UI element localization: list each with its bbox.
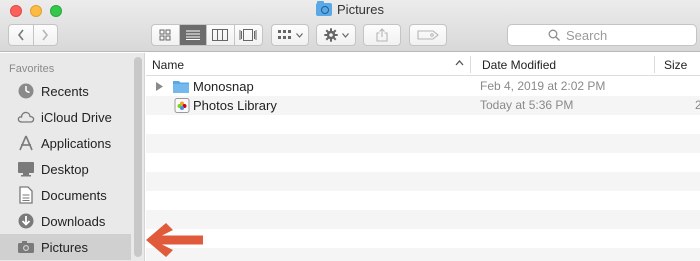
column-divider[interactable]	[470, 56, 471, 73]
table-row[interactable]: Monosnap Feb 4, 2019 at 2:02 PM	[146, 77, 700, 96]
list-view-icon	[185, 30, 200, 40]
file-name: Monosnap	[193, 79, 254, 94]
share-button[interactable]	[363, 24, 401, 46]
column-name-header[interactable]: Name	[152, 58, 184, 72]
applications-icon	[16, 134, 35, 153]
sidebar-item-label: Documents	[41, 187, 107, 203]
sidebar-item-label: Recents	[41, 83, 89, 99]
empty-row	[146, 153, 700, 172]
title-bar: Pictures	[0, 0, 700, 52]
sort-ascending-icon	[455, 60, 464, 66]
search-box[interactable]	[507, 24, 697, 46]
sidebar-item-label: Applications	[41, 135, 112, 151]
search-input[interactable]	[566, 27, 656, 43]
sidebar-item-downloads[interactable]: Downloads	[0, 208, 131, 234]
group-by-button[interactable]	[271, 24, 309, 46]
sidebar-item-documents[interactable]: Documents	[0, 182, 131, 208]
sidebar-item-icloud-drive[interactable]: iCloud Drive	[0, 104, 131, 130]
sidebar-item-label: Pictures	[41, 239, 88, 255]
window-title-text: Pictures	[337, 2, 384, 17]
file-date: Today at 5:36 PM	[480, 98, 574, 112]
icon-view-button[interactable]	[152, 25, 180, 45]
sidebar-item-label: iCloud Drive	[41, 109, 112, 125]
navigation-buttons	[8, 24, 58, 46]
clock-icon	[16, 82, 35, 101]
folder-icon	[173, 81, 189, 93]
empty-row	[146, 210, 700, 229]
tag-button[interactable]	[409, 24, 447, 46]
sidebar-item-pictures[interactable]: Pictures	[0, 234, 131, 260]
file-name: Photos Library	[193, 98, 277, 113]
column-header: Name Date Modified Size	[146, 53, 700, 76]
column-view-button[interactable]	[207, 25, 235, 45]
action-button[interactable]	[316, 24, 356, 46]
view-switcher	[151, 24, 263, 46]
gallery-view-button[interactable]	[235, 25, 262, 45]
sidebar-heading: Favorites	[9, 63, 55, 75]
group-grid-icon	[277, 30, 291, 39]
share-icon	[376, 28, 388, 42]
file-list: Name Date Modified Size Monosnap Feb 4, …	[146, 53, 700, 261]
document-icon	[16, 186, 35, 205]
column-divider[interactable]	[654, 56, 655, 73]
gear-icon	[323, 28, 338, 42]
empty-row	[146, 248, 700, 261]
chevron-down-icon	[341, 32, 349, 38]
empty-row	[146, 134, 700, 153]
chevron-down-icon	[295, 32, 303, 38]
annotation-arrow-icon	[146, 223, 203, 257]
sidebar-item-applications[interactable]: Applications	[0, 130, 131, 156]
icon-view-icon	[159, 29, 171, 41]
sidebar: Favorites Recents iCloud Drive Applicati…	[0, 53, 145, 261]
search-icon	[548, 29, 560, 41]
window-title: Pictures	[0, 1, 700, 17]
download-icon	[16, 212, 35, 231]
empty-row	[146, 172, 700, 191]
chevron-left-icon	[17, 29, 24, 41]
tag-icon	[417, 30, 439, 40]
table-row[interactable]: Photos Library Today at 5:36 PM 2	[146, 96, 700, 115]
disclosure-triangle-icon[interactable]	[156, 82, 163, 91]
sidebar-item-recents[interactable]: Recents	[0, 78, 131, 104]
empty-row	[146, 191, 700, 210]
file-size: 2	[695, 98, 700, 112]
desktop-icon	[16, 160, 35, 179]
column-view-icon	[212, 29, 229, 41]
back-button[interactable]	[9, 25, 34, 45]
empty-row	[146, 115, 700, 134]
photos-library-icon	[174, 98, 190, 113]
cloud-icon	[16, 108, 35, 127]
list-view-button[interactable]	[179, 25, 207, 45]
sidebar-item-label: Desktop	[41, 161, 89, 177]
forward-button[interactable]	[34, 25, 58, 45]
sidebar-item-desktop[interactable]: Desktop	[0, 156, 131, 182]
empty-row	[146, 229, 700, 248]
pictures-folder-icon	[316, 1, 333, 16]
camera-icon	[16, 238, 35, 257]
sidebar-item-label: Downloads	[41, 213, 106, 229]
chevron-right-icon	[42, 29, 49, 41]
gallery-view-icon	[239, 29, 257, 41]
file-date: Feb 4, 2019 at 2:02 PM	[480, 79, 606, 93]
column-date-header[interactable]: Date Modified	[482, 58, 556, 72]
column-size-header[interactable]: Size	[664, 58, 687, 72]
sidebar-scrollbar[interactable]	[134, 57, 142, 257]
